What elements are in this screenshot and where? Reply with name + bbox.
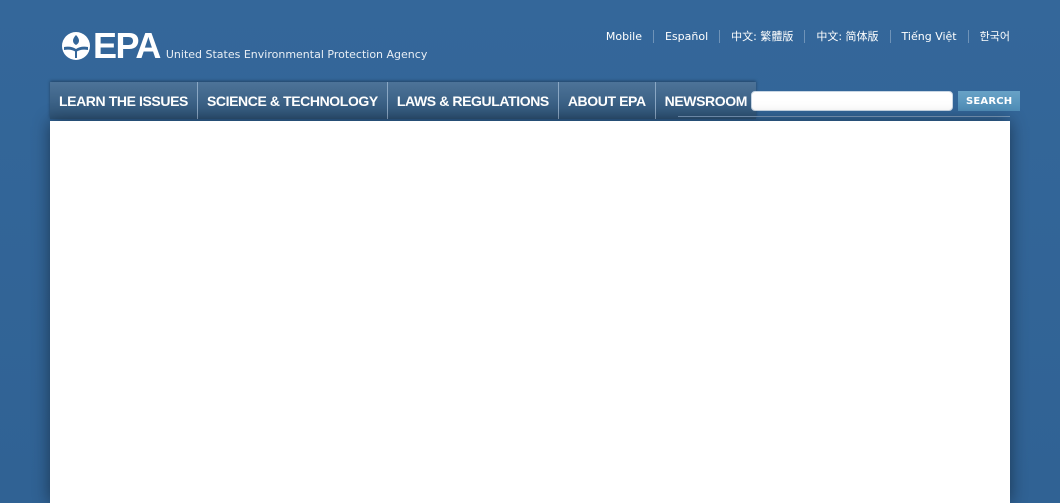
nav-item-learn-the-issues[interactable]: LEARN THE ISSUES: [50, 82, 197, 119]
lang-link-korean[interactable]: 한국어: [967, 30, 1010, 43]
main-nav: LEARN THE ISSUES SCIENCE & TECHNOLOGY LA…: [50, 82, 757, 119]
nav-divider: [678, 116, 1010, 117]
epa-flower-icon: [62, 32, 90, 60]
nav-item-newsroom[interactable]: NEWSROOM: [654, 82, 756, 119]
search-input[interactable]: [751, 91, 953, 111]
agency-name: United States Environmental Protection A…: [165, 48, 428, 61]
nav-item-laws-regulations[interactable]: LAWS & REGULATIONS: [386, 82, 558, 119]
nav-item-about-epa[interactable]: ABOUT EPA: [557, 82, 655, 119]
language-links: Mobile Español 中文: 繁體版 中文: 简体版 Tiếng Việ…: [595, 30, 1010, 43]
epa-logo[interactable]: EPA United States Environmental Protecti…: [60, 25, 428, 66]
lang-link-chinese-simplified[interactable]: 中文: 简体版: [804, 30, 889, 43]
lang-link-vietnamese[interactable]: Tiếng Việt: [889, 30, 968, 43]
lang-link-chinese-traditional[interactable]: 中文: 繁體版: [719, 30, 804, 43]
nav-item-science-technology[interactable]: SCIENCE & TECHNOLOGY: [196, 82, 387, 119]
lang-link-espanol[interactable]: Español: [652, 30, 719, 43]
main-content: [50, 121, 1010, 503]
lang-link-mobile[interactable]: Mobile: [595, 30, 653, 43]
search-form: SEARCH: [751, 91, 1021, 111]
search-button[interactable]: SEARCH: [958, 91, 1021, 111]
page: EPA United States Environmental Protecti…: [0, 0, 1060, 503]
epa-logo-text: EPA: [93, 25, 161, 66]
